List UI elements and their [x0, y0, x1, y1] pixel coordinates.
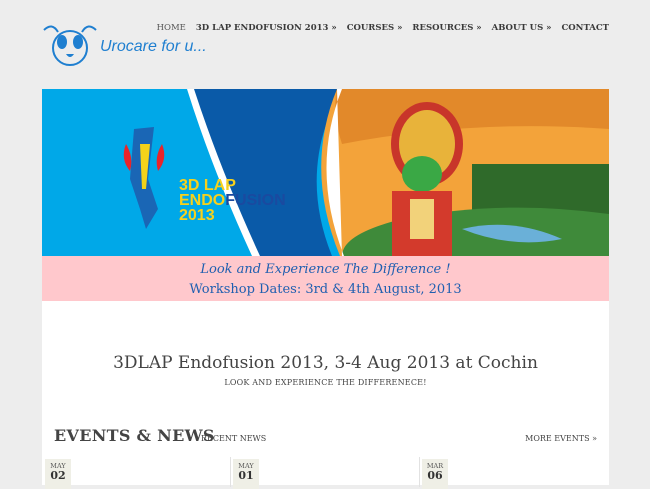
main-content: 3DLAP Endofusion 2013, 3-4 Aug 2013 at C…: [42, 301, 609, 489]
banner-tagline: Look and Experience The Difference !: [200, 262, 451, 277]
event-day: 06: [427, 469, 443, 482]
event-logo-fusion: FUSION: [225, 192, 286, 209]
banner-artwork: [42, 89, 609, 256]
more-events-link[interactable]: MORE EVENTS »: [525, 434, 597, 443]
event-divider: [419, 457, 420, 487]
logo-tagline: Urocare for u...: [100, 38, 207, 55]
nav-home[interactable]: HOME: [157, 23, 186, 33]
workshop-dates: Workshop Dates: 3rd & 4th August, 2013: [189, 282, 462, 297]
page-subheadline: LOOK AND EXPERIENCE THE DIFFERENECE!: [224, 378, 427, 387]
nav-about-us[interactable]: ABOUT US »: [492, 23, 552, 33]
event-logo-line2: ENDOFUSION: [179, 192, 286, 209]
hero-banner[interactable]: 3D LAP ENDOFUSION 2013 Look and Experien…: [42, 89, 609, 301]
nav-contact[interactable]: CONTACT: [562, 23, 610, 33]
event-logo-year: 2013: [179, 207, 215, 224]
banner-caption-strip: Look and Experience The Difference ! Wor…: [42, 256, 609, 301]
nav-resources[interactable]: RESOURCES »: [412, 23, 481, 33]
event-day: 01: [238, 469, 254, 482]
event-logo: 3D LAP ENDOFUSION 2013: [179, 177, 286, 224]
event-day: 02: [50, 469, 66, 482]
events-news-heading: EVENTS & NEWS: [54, 426, 215, 445]
recent-news-label: RECENT NEWS: [201, 434, 267, 443]
nav-3d-lap-endofusion[interactable]: 3D LAP ENDOFUSION 2013 »: [196, 23, 337, 33]
event-logo-line1: 3D LAP: [179, 177, 236, 194]
nav-courses[interactable]: COURSES »: [347, 23, 403, 33]
page-headline: 3DLAP Endofusion 2013, 3-4 Aug 2013 at C…: [113, 353, 538, 373]
kidney-logo-icon: [43, 25, 97, 66]
event-divider: [230, 457, 231, 487]
main-nav: HOME 3D LAP ENDOFUSION 2013 » COURSES » …: [147, 23, 609, 33]
